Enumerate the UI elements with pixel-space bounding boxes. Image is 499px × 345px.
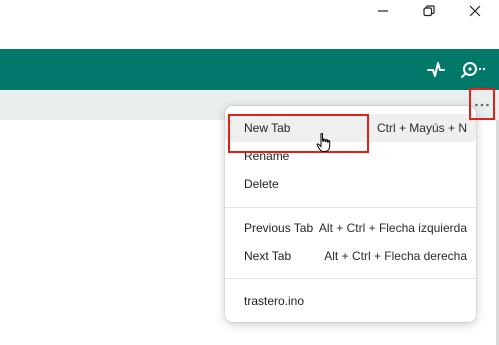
menu-item-new-tab[interactable]: New Tab Ctrl + Mayús + N [225, 114, 476, 142]
menu-item-label: Delete [244, 177, 279, 191]
tab-context-menu: New Tab Ctrl + Mayús + N Rename Delete P… [225, 106, 476, 322]
menu-item-shortcut: Alt + Ctrl + Flecha izquierda [318, 221, 467, 235]
menu-item-trastero-ino[interactable]: trastero.ino [225, 287, 476, 315]
activity-icon [427, 62, 445, 77]
menu-item-label: Next Tab [244, 249, 292, 263]
menu-item-shortcut: Ctrl + Mayús + N [376, 121, 467, 135]
main-toolbar [0, 49, 499, 90]
mouse-cursor-icon [316, 133, 331, 152]
close-button[interactable] [452, 0, 498, 22]
menu-item-label: Previous Tab [244, 221, 314, 235]
menu-item-label: trastero.ino [244, 294, 305, 308]
close-icon [469, 5, 481, 17]
activity-button[interactable] [423, 57, 449, 83]
restore-button[interactable] [406, 0, 452, 22]
menu-separator [225, 278, 476, 279]
menu-item-label: New Tab [244, 121, 291, 135]
search-options-icon [461, 62, 485, 78]
menu-item-previous-tab[interactable]: Previous Tab Alt + Ctrl + Flecha izquier… [225, 214, 476, 242]
restore-icon [423, 5, 435, 17]
menu-item-rename[interactable]: Rename [225, 142, 476, 170]
minimize-button[interactable] [360, 0, 406, 22]
minimize-icon [378, 10, 388, 12]
menu-item-next-tab[interactable]: Next Tab Alt + Ctrl + Flecha derecha [225, 242, 476, 270]
menu-separator [225, 207, 476, 208]
more-horizontal-icon [475, 103, 489, 107]
menu-item-delete[interactable]: Delete [225, 170, 476, 198]
menu-item-shortcut: Alt + Ctrl + Flecha derecha [324, 249, 467, 263]
menu-item-label: Rename [244, 149, 290, 163]
window-titlebar [0, 0, 499, 49]
search-options-button[interactable] [459, 57, 485, 83]
